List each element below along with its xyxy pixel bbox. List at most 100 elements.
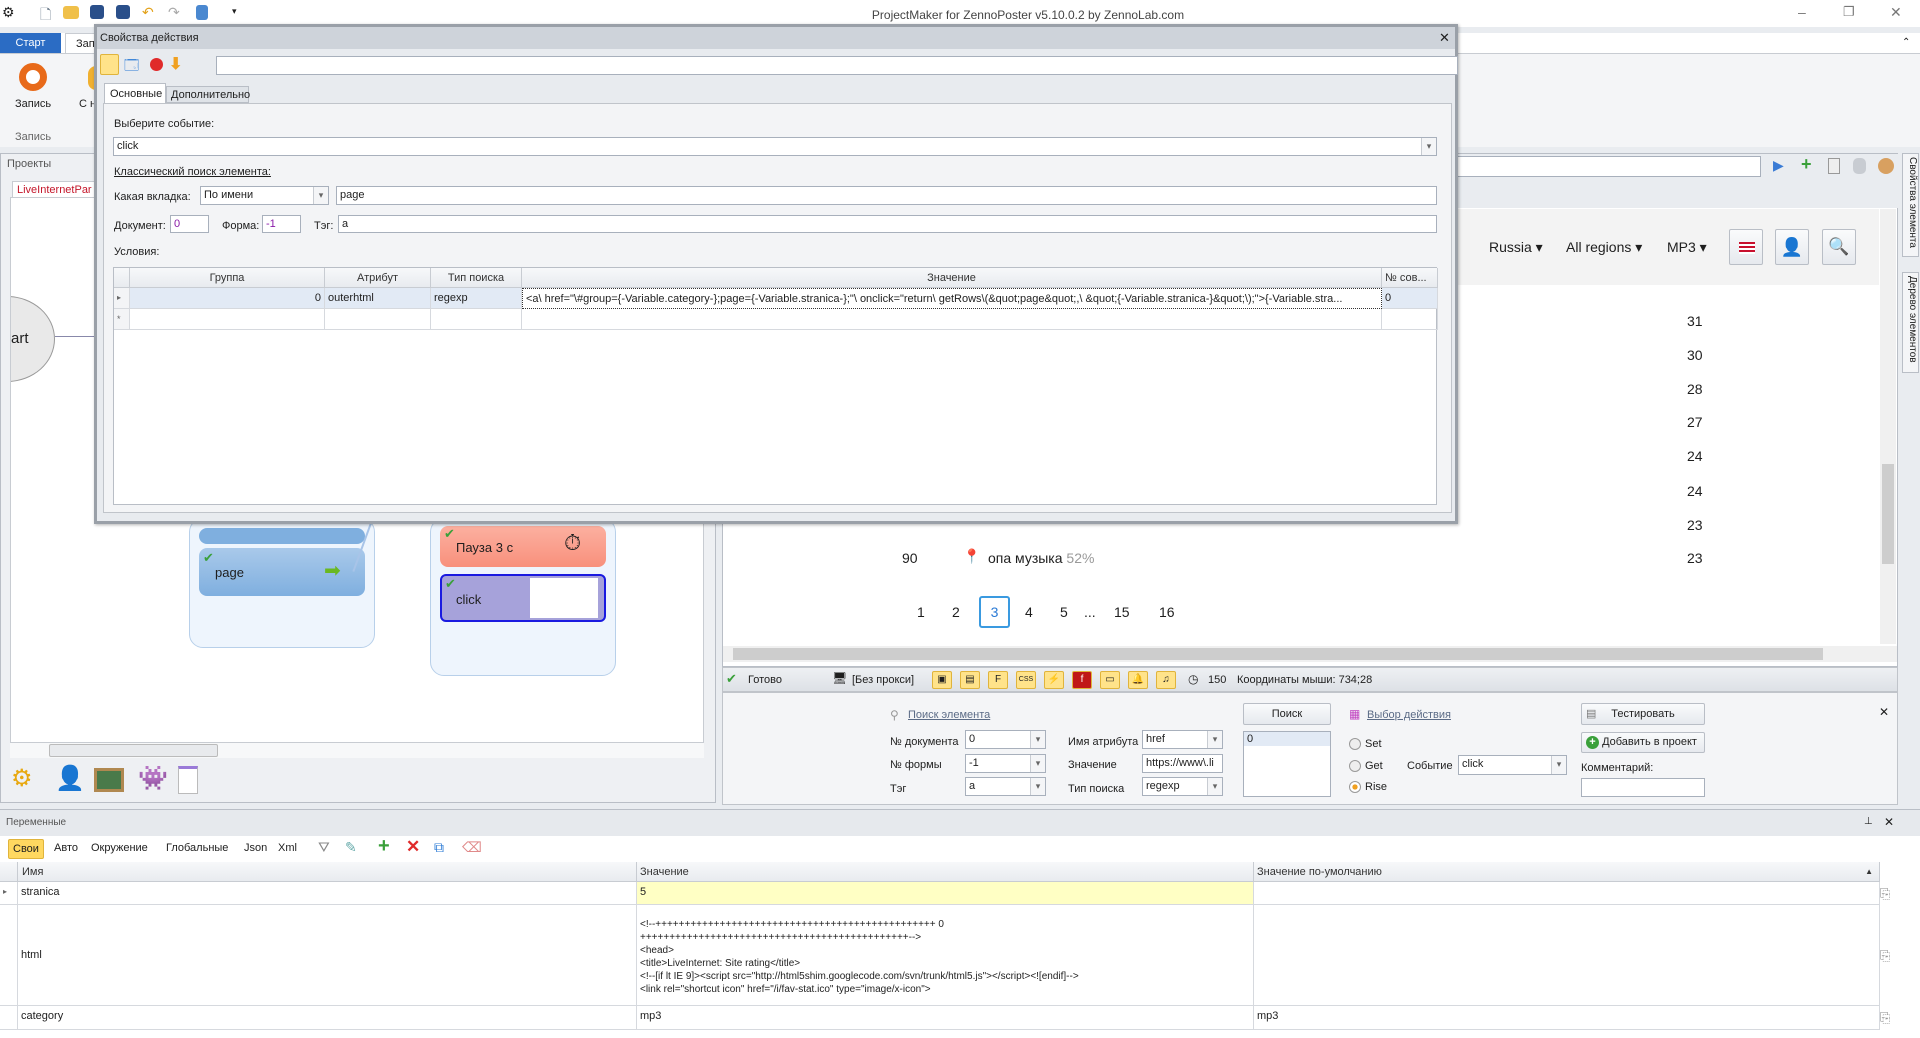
nav-region[interactable]: All regions ▾	[1566, 239, 1642, 256]
proxy-status[interactable]: [Без прокси]	[852, 674, 914, 686]
chalkboard-icon[interactable]	[94, 768, 124, 792]
copy-icon[interactable]: ⎘	[1880, 886, 1890, 902]
eraser-icon[interactable]: ⌫	[462, 839, 482, 856]
record-dot-icon[interactable]	[150, 58, 163, 71]
sound-toggle-icon[interactable]: ♫	[1156, 671, 1176, 689]
event-select[interactable]: click	[1458, 755, 1567, 775]
new-row[interactable]	[325, 309, 431, 330]
column-header-default[interactable]: Значение по-умолчанию ▲	[1254, 862, 1880, 882]
variable-default[interactable]	[1254, 882, 1880, 905]
doc-number-select[interactable]: 0	[965, 730, 1046, 749]
radio-rise[interactable]	[1349, 781, 1361, 793]
condition-match-number[interactable]: 0	[1382, 288, 1438, 309]
radio-set[interactable]	[1349, 738, 1361, 750]
user-button[interactable]: 👤	[1775, 229, 1809, 265]
comment-input[interactable]	[1581, 778, 1705, 797]
variable-name[interactable]: stranica	[18, 882, 637, 905]
form-input[interactable]: -1	[262, 215, 301, 233]
attr-name-select[interactable]: href	[1142, 730, 1223, 749]
add-to-project-button[interactable]: + Добавить в проект	[1581, 732, 1705, 753]
record-icon[interactable]	[19, 63, 47, 91]
choose-action-link[interactable]: Выбор действия	[1367, 709, 1451, 721]
column-header-match[interactable]: № сов...	[1382, 268, 1438, 288]
variables-tab[interactable]: Xml	[274, 839, 301, 857]
tab-basic[interactable]: Основные	[104, 83, 166, 103]
page-link-current[interactable]: 3	[979, 596, 1010, 628]
document-input[interactable]: 0	[170, 215, 209, 233]
variable-value[interactable]: 5	[637, 882, 1254, 905]
dialog-toolbar-input[interactable]	[216, 56, 1458, 75]
popups-toggle-icon[interactable]: ▭	[1100, 671, 1120, 689]
tab-advanced[interactable]: Дополнительно	[166, 86, 250, 103]
new-row[interactable]	[431, 309, 522, 330]
copy-icon[interactable]: ⎘	[1880, 1010, 1890, 1026]
column-header-group[interactable]: Группа	[130, 268, 325, 288]
column-header-value[interactable]: Значение	[522, 268, 1382, 288]
notifications-toggle-icon[interactable]: 🔔	[1128, 671, 1148, 689]
document-list-icon[interactable]	[178, 766, 198, 794]
scrollbar-thumb[interactable]	[733, 648, 1823, 660]
variable-default[interactable]	[1254, 905, 1880, 1006]
site-link[interactable]: опа музыка 52%	[988, 550, 1094, 566]
variable-value[interactable]: <!--++++++++++++++++++++++++++++++++++++…	[637, 905, 1254, 1006]
variables-tab[interactable]: Авто	[50, 839, 82, 857]
search-button[interactable]: 🔍	[1822, 229, 1856, 265]
restore-button[interactable]: ❐	[1843, 4, 1855, 20]
tab-name-input[interactable]: page	[336, 186, 1437, 205]
row-selector[interactable]: ▸	[0, 882, 18, 905]
result-item[interactable]: 0	[1244, 732, 1330, 746]
filter-icon[interactable]: ⛛	[318, 839, 330, 856]
canvas-horizontal-scrollbar[interactable]	[10, 743, 704, 758]
node-click[interactable]: ✔ click	[440, 574, 606, 622]
form-number-select[interactable]: -1	[965, 754, 1046, 773]
page-link[interactable]: 4	[1025, 604, 1033, 620]
scrollbar-thumb[interactable]	[49, 744, 218, 757]
plugins-toggle-icon[interactable]: F	[988, 671, 1008, 689]
condition-search-type[interactable]: regexp	[431, 288, 522, 309]
page-link[interactable]: 16	[1159, 604, 1175, 620]
page-link[interactable]: 15	[1114, 604, 1130, 620]
language-flag-button[interactable]	[1729, 229, 1763, 265]
variable-default[interactable]: mp3	[1254, 1006, 1880, 1030]
user-icon[interactable]: 👤	[55, 764, 85, 793]
grid-view-icon[interactable]	[100, 54, 119, 75]
attr-value-input[interactable]: https://www\.li	[1142, 754, 1223, 773]
vertical-scrollbar[interactable]	[1880, 209, 1896, 644]
database-icon[interactable]	[1853, 158, 1866, 174]
tab-start[interactable]: Старт	[0, 33, 61, 53]
clear-filter-icon[interactable]: ✎	[345, 839, 357, 856]
radio-get[interactable]	[1349, 760, 1361, 772]
condition-attribute[interactable]: outerhtml	[325, 288, 431, 309]
search-button[interactable]: Поиск	[1243, 703, 1331, 725]
variables-tab[interactable]: Свои	[8, 839, 44, 859]
nav-country[interactable]: Russia ▾	[1489, 239, 1543, 256]
condition-group[interactable]: 0	[130, 288, 325, 309]
nav-category[interactable]: MP3 ▾	[1667, 239, 1707, 256]
variable-name[interactable]: category	[18, 1006, 637, 1030]
close-search-panel-icon[interactable]: ✕	[1879, 705, 1889, 719]
page-link[interactable]: 2	[952, 604, 960, 620]
monster-icon[interactable]: 👾	[138, 764, 168, 793]
close-window-button[interactable]: ✕	[1890, 4, 1902, 21]
side-tab-element-properties[interactable]: Свойства элемента	[1902, 153, 1919, 257]
horizontal-scrollbar[interactable]	[723, 646, 1897, 662]
variables-tab[interactable]: Окружение	[87, 839, 152, 857]
event-view-icon[interactable]: 🗔	[124, 55, 139, 79]
tab-record[interactable]: Зап	[65, 33, 95, 53]
search-type-select[interactable]: regexp	[1142, 777, 1223, 796]
page-link[interactable]: 1	[917, 604, 925, 620]
condition-value[interactable]: <a\ href="\#group={-Variable.category-};…	[522, 288, 1382, 309]
source-icon[interactable]	[1828, 158, 1840, 174]
add-tab-icon[interactable]: +	[1801, 154, 1812, 175]
node-pause[interactable]: ✔ Пауза 3 с ⏱	[440, 526, 606, 567]
row-selector[interactable]	[0, 1006, 18, 1030]
copy-icon[interactable]: ⎘	[1880, 948, 1890, 964]
column-header-attribute[interactable]: Атрибут	[325, 268, 431, 288]
project-tab[interactable]: LiveInternetPar	[12, 181, 98, 198]
new-row-selector[interactable]: *	[114, 309, 130, 330]
rename-variable-icon[interactable]: ⧉	[434, 839, 444, 856]
column-header-name[interactable]: Имя	[18, 862, 637, 882]
variables-tab[interactable]: Json	[240, 839, 271, 857]
settings-gears-icon[interactable]: ⚙	[11, 764, 33, 793]
node-upper-hidden[interactable]	[199, 528, 365, 544]
